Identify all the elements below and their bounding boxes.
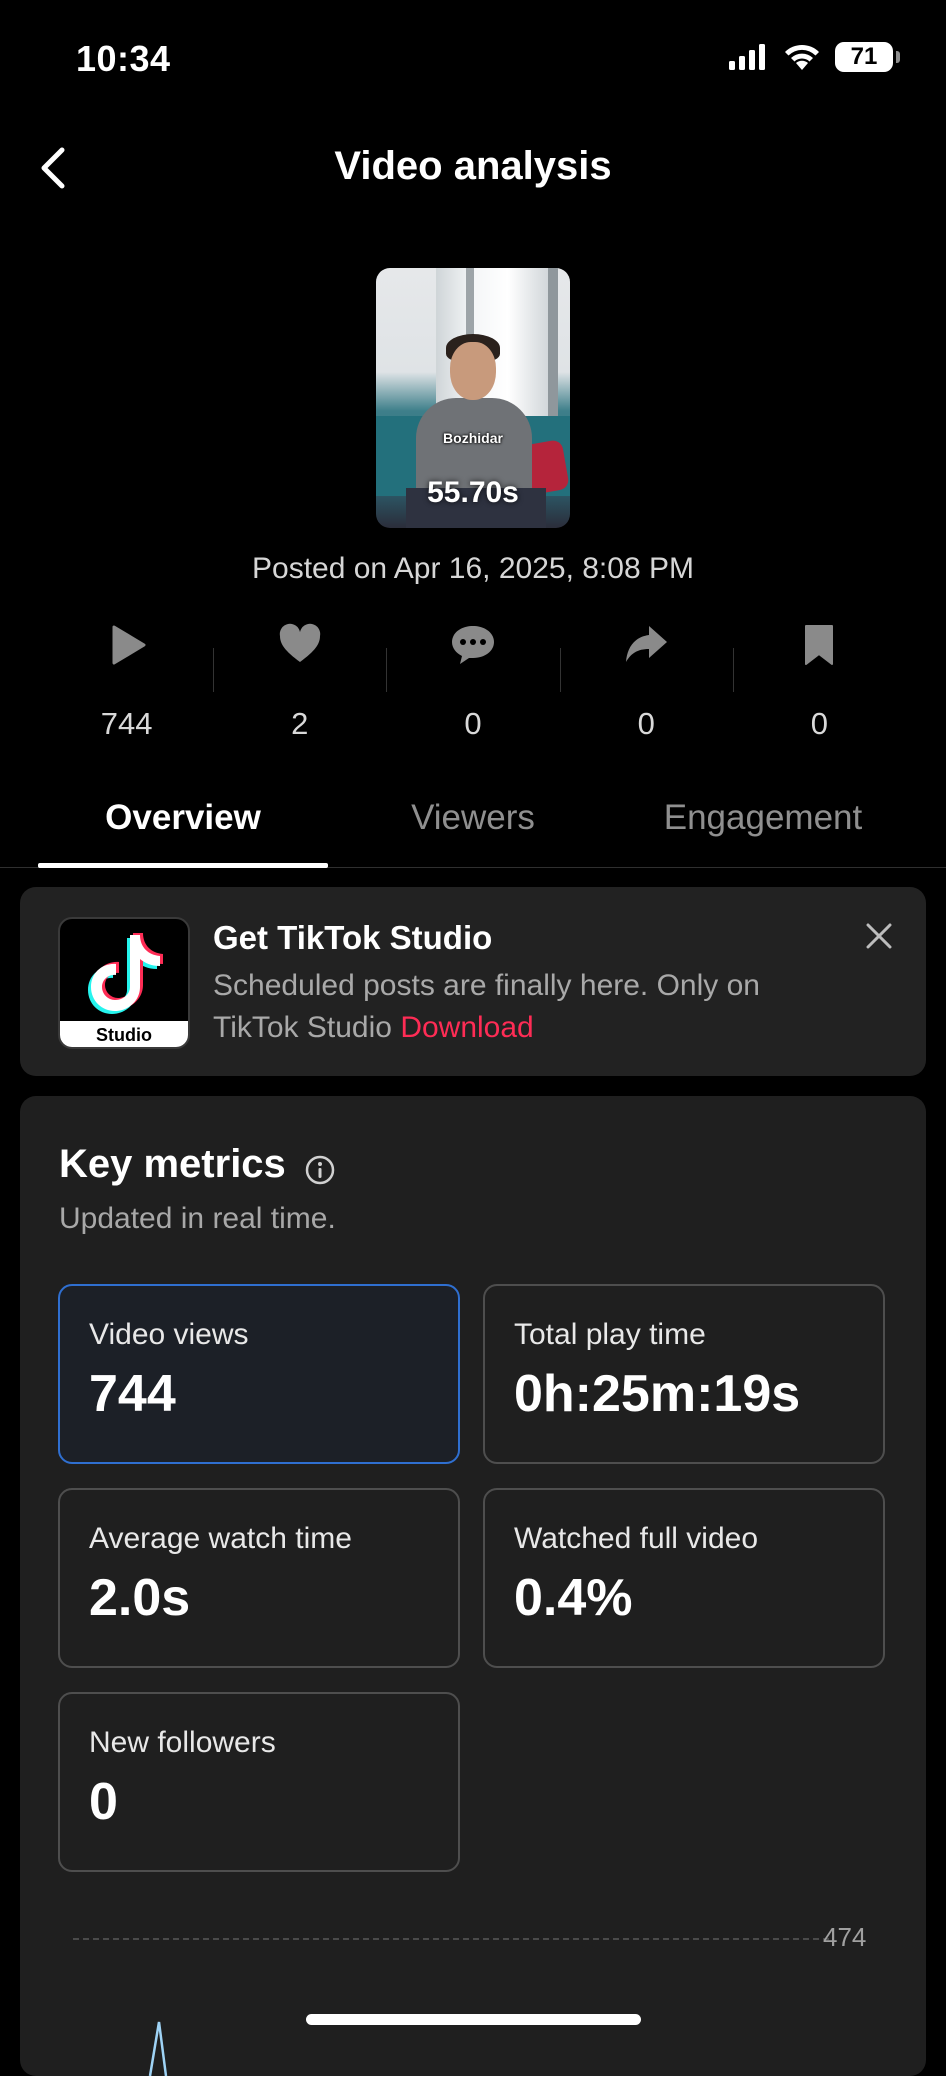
metric-label: Average watch time: [89, 1522, 352, 1555]
battery-level: 71: [835, 42, 893, 72]
tab-bar: Overview Viewers Engagement: [0, 788, 946, 868]
wifi-icon: [785, 44, 819, 70]
status-icons: 71: [729, 42, 900, 72]
video-duration: 55.70s: [427, 476, 519, 509]
posted-date: Posted on Apr 16, 2025, 8:08 PM: [252, 552, 694, 585]
studio-logo-label: Studio: [60, 1021, 188, 1047]
metric-label: Watched full video: [514, 1522, 759, 1555]
metric-label: New followers: [89, 1726, 276, 1759]
stats-row: 744 2 0 0 0: [40, 622, 906, 742]
metric-card-watched-full-video[interactable]: Watched full video 0.4%: [483, 1488, 885, 1668]
key-metrics-subtitle: Updated in real time.: [59, 1202, 336, 1235]
stat-likes: 2: [213, 622, 386, 742]
metric-value: 0h:25m:19s: [514, 1365, 801, 1423]
share-icon: [626, 626, 668, 662]
video-overlay-name: Bozhidar: [443, 430, 503, 446]
key-metrics-title: Key metrics: [59, 1142, 286, 1186]
signal-icon: [729, 44, 765, 70]
tab-overview[interactable]: Overview: [38, 798, 328, 838]
chart-max-label: 474: [823, 1922, 867, 1952]
stat-comments: 0: [386, 622, 559, 742]
metric-card-average-watch-time[interactable]: Average watch time 2.0s: [58, 1488, 460, 1668]
metric-card-video-views[interactable]: Video views 744: [58, 1284, 460, 1464]
chart-max-gridline: [73, 1938, 829, 1940]
play-icon: [112, 625, 146, 665]
video-thumbnail[interactable]: Bozhidar 55.70s: [376, 268, 570, 528]
key-metrics-panel: Key metrics Updated in real time. Video …: [20, 1096, 926, 2076]
stat-value: 744: [100, 706, 153, 741]
stat-value: 0: [637, 706, 655, 741]
banner-title: Get TikTok Studio: [213, 919, 493, 956]
download-link[interactable]: Download: [400, 1011, 533, 1044]
stat-shares: 0: [559, 622, 733, 742]
heart-icon: [279, 623, 320, 662]
tiktok-studio-logo: Studio: [58, 917, 190, 1049]
battery-icon: 71: [835, 42, 900, 72]
metric-value: 0: [89, 1773, 118, 1831]
tiktok-studio-banner[interactable]: Studio Get TikTok Studio Scheduled posts…: [20, 887, 926, 1076]
tab-engagement[interactable]: Engagement: [618, 798, 908, 838]
close-icon: [866, 923, 892, 949]
info-icon[interactable]: [304, 1154, 336, 1186]
home-indicator: [306, 2014, 641, 2025]
metric-card-total-play-time[interactable]: Total play time 0h:25m:19s: [483, 1284, 885, 1464]
stat-saves: 0: [732, 622, 906, 742]
comment-icon: [452, 626, 494, 664]
stat-value: 2: [291, 706, 309, 741]
banner-text: Scheduled posts are finally here. Only o…: [213, 965, 853, 1049]
stat-value: 0: [810, 706, 829, 741]
metric-label: Video views: [89, 1318, 249, 1351]
bookmark-icon: [805, 625, 834, 665]
metric-value: 744: [89, 1365, 176, 1423]
status-time: 10:34: [76, 38, 171, 79]
close-banner-button[interactable]: [862, 919, 896, 953]
metric-card-new-followers[interactable]: New followers 0: [58, 1692, 460, 1872]
metric-label: Total play time: [514, 1318, 706, 1351]
tab-indicator: [38, 863, 328, 868]
metric-value: 0.4%: [514, 1569, 633, 1627]
tab-viewers[interactable]: Viewers: [328, 798, 618, 838]
tiktok-logo-icon: [88, 933, 163, 1014]
page-title: Video analysis: [334, 144, 612, 188]
views-chart-line: [148, 2021, 168, 2076]
stat-value: 0: [464, 706, 482, 741]
stat-views: 744: [40, 622, 213, 742]
metric-value: 2.0s: [89, 1569, 191, 1627]
